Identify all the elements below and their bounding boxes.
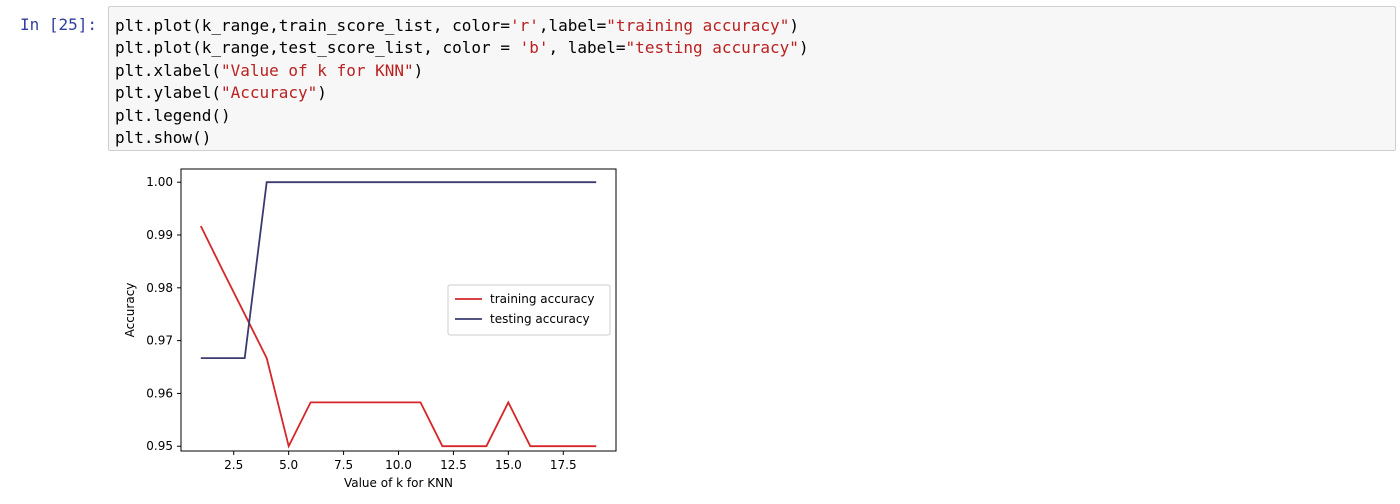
legend-label: testing accuracy bbox=[490, 312, 590, 326]
line-chart: 2.5 5.0 7.5 10.0 12.5 15.0 17.5 0.95 0.96 0.97 0.9… bbox=[123, 168, 617, 490]
x-tick-label: 2.5 bbox=[224, 458, 243, 472]
x-tick-label: 17.5 bbox=[550, 458, 577, 472]
input-prompt: In [25]: bbox=[20, 15, 98, 34]
x-tick-label: 12.5 bbox=[440, 458, 467, 472]
code-token: plt.show() bbox=[115, 127, 212, 147]
code-string: "training accuracy" bbox=[606, 16, 790, 35]
code-line: plt.ylabel("Accuracy") bbox=[115, 82, 1389, 104]
code-string: "Value of k for KNN" bbox=[220, 60, 414, 80]
code-editor[interactable]: plt.plot(k_range,train_score_list, color… bbox=[109, 7, 1395, 157]
code-token: , label= bbox=[548, 38, 626, 58]
code-line: plt.legend() bbox=[115, 105, 1389, 127]
x-axis-label: Value of k for KNN bbox=[344, 476, 453, 490]
code-token: ,label= bbox=[538, 16, 607, 35]
code-token: plt.legend() bbox=[115, 105, 231, 125]
output-plot: 2.5 5.0 7.5 10.0 12.5 15.0 17.5 0.95 0.96 0.97 0.9… bbox=[108, 160, 628, 500]
code-token: plt.ylabel( bbox=[115, 83, 221, 103]
y-tick-label: 0.99 bbox=[146, 228, 173, 242]
code-token: plt.plot(k_range,train_score_list, color… bbox=[115, 16, 510, 35]
code-token: plt.xlabel( bbox=[115, 60, 221, 80]
x-tick-label: 7.5 bbox=[334, 458, 353, 472]
code-string: "Accuracy" bbox=[220, 83, 318, 103]
y-tick-label: 0.95 bbox=[146, 439, 173, 453]
code-line: plt.plot(k_range,train_score_list, color… bbox=[115, 15, 1389, 37]
code-string: 'r' bbox=[509, 16, 539, 35]
y-axis-label: Accuracy bbox=[123, 283, 137, 338]
code-token: ) bbox=[317, 83, 327, 103]
code-line: plt.xlabel("Value of k for KNN") bbox=[115, 60, 1389, 82]
y-tick-label: 0.96 bbox=[146, 386, 173, 400]
code-token: plt.plot(k_range,test_score_list, color … bbox=[115, 38, 520, 58]
x-tick-label: 5.0 bbox=[279, 458, 298, 472]
legend-label: training accuracy bbox=[490, 292, 594, 306]
code-token: ) bbox=[798, 38, 809, 58]
code-line: plt.show() bbox=[115, 127, 1389, 149]
y-tick-label: 1.00 bbox=[146, 175, 173, 189]
x-tick-label: 10.0 bbox=[385, 458, 412, 472]
y-tick-label: 0.98 bbox=[146, 281, 173, 295]
code-token: ) bbox=[413, 60, 424, 80]
code-line: plt.plot(k_range,test_score_list, color … bbox=[115, 37, 1389, 59]
y-tick-label: 0.97 bbox=[146, 334, 173, 348]
x-tick-label: 15.0 bbox=[495, 458, 522, 472]
code-cell[interactable]: plt.plot(k_range,train_score_list, color… bbox=[108, 6, 1396, 151]
code-string: 'b' bbox=[519, 38, 549, 58]
code-token: ) bbox=[789, 16, 799, 35]
code-string: "testing accuracy" bbox=[625, 38, 799, 58]
